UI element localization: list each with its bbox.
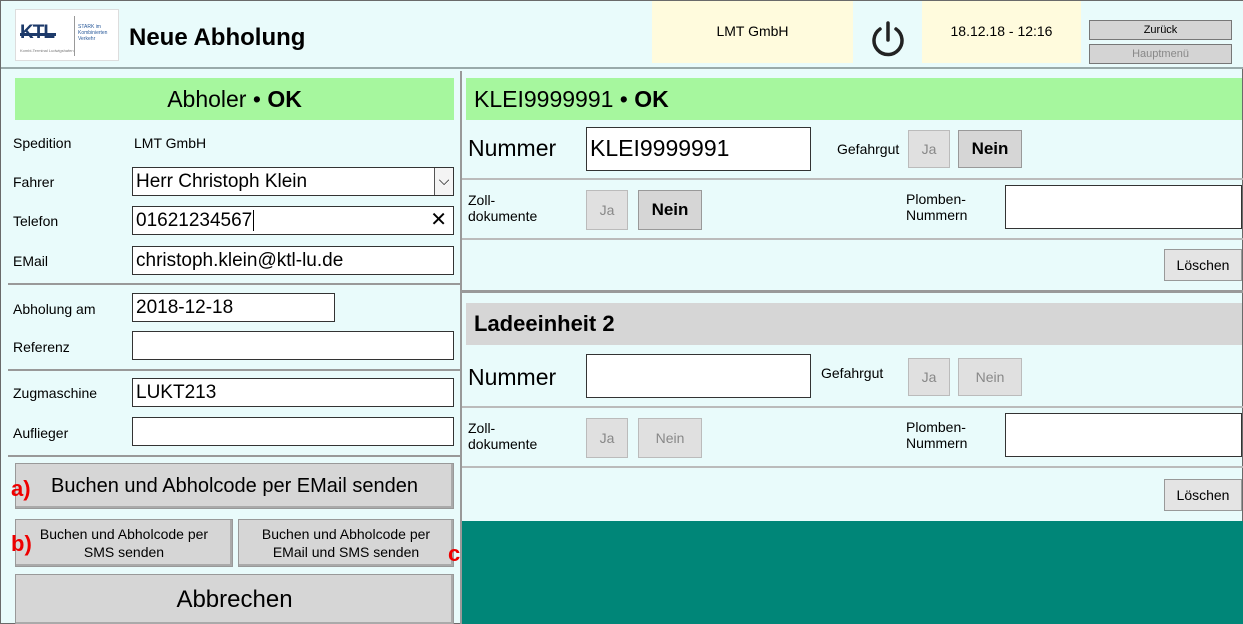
logo-text: KTL [20, 22, 56, 43]
fahrer-select[interactable]: Herr Christoph Klein ⌵ [132, 167, 454, 196]
plomben-line1: Plomben- [906, 191, 966, 207]
abholer-panel: Abholer • OK Spedition LMT GmbH Fahrer H… [8, 71, 468, 624]
bullet: • [619, 86, 628, 112]
unit1-gefahrgut-ja[interactable]: Ja [908, 130, 950, 168]
unit2-header: Ladeeinheit 2 [466, 303, 1242, 345]
divider [462, 406, 1243, 408]
annotation-b: b) [11, 531, 32, 556]
abholer-status: OK [267, 86, 302, 112]
unit2-zoll-label: Zoll- dokumente [468, 420, 537, 452]
chevron-down-icon[interactable]: ⌵ [434, 168, 453, 195]
abholer-title: Abholer [167, 86, 247, 112]
unit2-zoll-nein[interactable]: Nein [638, 418, 702, 458]
power-icon[interactable] [867, 19, 909, 61]
divider [462, 178, 1243, 180]
plomben-line1: Plomben- [906, 419, 966, 435]
abholung-date-input[interactable]: 2018-12-18 [132, 293, 335, 322]
zugmaschine-input[interactable]: LUKT213 [132, 378, 454, 407]
units-panel: KLEI9999991 • OK Nummer KLEI9999991 Gefa… [460, 71, 1243, 624]
abholung-label: Abholung am [13, 301, 96, 317]
clear-icon[interactable]: ✕ [430, 207, 447, 234]
unit1-title: KLEI9999991 [474, 86, 614, 112]
fahrer-label: Fahrer [13, 174, 55, 190]
divider [462, 466, 1243, 468]
email-input[interactable]: christoph.klein@ktl-lu.de [132, 246, 454, 275]
divider [8, 369, 460, 371]
book-both-line2: EMail und SMS senden [272, 544, 420, 560]
unit1-zoll-ja[interactable]: Ja [586, 190, 628, 230]
company-name: LMT GmbH [716, 23, 789, 39]
spedition-label: Spedition [13, 135, 72, 151]
telefon-input[interactable]: 01621234567 ✕ [132, 206, 454, 235]
unit1-nummer-label: Nummer [468, 135, 557, 161]
unit1-plomben-label: Plomben- Nummern [906, 191, 967, 223]
unit1-zoll-label: Zoll- dokumente [468, 192, 537, 224]
bullet: • [252, 86, 261, 112]
cancel-button[interactable]: Abbrechen [15, 574, 454, 624]
book-sms-line2: SMS senden [83, 544, 165, 560]
unit1-status: OK [634, 86, 669, 112]
unit1-delete-button[interactable]: Löschen [1164, 249, 1242, 281]
unit1-nummer-input[interactable]: KLEI9999991 [586, 127, 811, 171]
unit2-nummer-label: Nummer [468, 364, 557, 390]
datetime-box: 18.12.18 - 12:16 [922, 1, 1081, 63]
zoll-line1: Zoll- [468, 420, 496, 436]
auflieger-input[interactable] [132, 417, 454, 446]
unit2-nummer-input[interactable] [586, 354, 811, 398]
book-sms-line1: Buchen und Abholcode per [39, 526, 209, 542]
telefon-value: 01621234567 [136, 210, 253, 231]
unit1-plomben-input[interactable] [1005, 185, 1242, 229]
book-email-sms-button[interactable]: Buchen und Abholcode per EMail und SMS s… [238, 519, 454, 567]
company-box: LMT GmbH [652, 1, 853, 63]
unit1-header: KLEI9999991 • OK [466, 78, 1242, 120]
divider [462, 290, 1243, 293]
zoll-line2: dokumente [468, 208, 538, 224]
unit1-zoll-nein[interactable]: Nein [638, 190, 702, 230]
telefon-label: Telefon [13, 213, 59, 229]
book-sms-button[interactable]: Buchen und Abholcode per SMS senden [15, 519, 233, 567]
zugmaschine-label: Zugmaschine [13, 385, 98, 401]
app-window: KTL STARK im Kombinierten Verkehr Kombi-… [0, 0, 1243, 624]
header: KTL STARK im Kombinierten Verkehr Kombi-… [1, 1, 1243, 69]
main-menu-button[interactable]: Hauptmenü [1089, 44, 1232, 64]
annotation-a: a) [11, 476, 31, 501]
divider [8, 455, 460, 457]
plomben-line2: Nummern [906, 435, 968, 451]
text-cursor [253, 210, 255, 231]
logo-separator [74, 16, 75, 56]
auflieger-label: Auflieger [13, 425, 69, 441]
referenz-input[interactable] [132, 331, 454, 360]
divider [8, 283, 460, 285]
referenz-label: Referenz [13, 339, 70, 355]
unit2-delete-button[interactable]: Löschen [1164, 479, 1242, 511]
datetime: 18.12.18 - 12:16 [950, 23, 1053, 39]
unit1-gefahrgut-nein[interactable]: Nein [958, 130, 1022, 168]
ktl-logo: KTL STARK im Kombinierten Verkehr Kombi-… [15, 9, 119, 61]
empty-area [462, 521, 1243, 624]
book-email-button[interactable]: Buchen und Abholcode per EMail senden [15, 463, 454, 509]
divider [462, 238, 1243, 240]
fahrer-value: Herr Christoph Klein [136, 171, 308, 192]
book-both-line1: Buchen und Abholcode per [261, 526, 431, 542]
zoll-line1: Zoll- [468, 192, 496, 208]
zoll-line2: dokumente [468, 436, 538, 452]
plomben-line2: Nummern [906, 207, 968, 223]
email-label: EMail [13, 253, 49, 269]
abholer-header: Abholer • OK [15, 78, 454, 120]
logo-tagline: STARK im Kombinierten Verkehr [78, 24, 108, 42]
page-title: Neue Abholung [129, 24, 306, 51]
back-button[interactable]: Zurück [1089, 20, 1232, 40]
unit2-plomben-input[interactable] [1005, 413, 1242, 457]
logo-sub: Kombi-Terminal Ludwigshafen [20, 48, 74, 53]
unit1-gefahrgut-label: Gefahrgut [837, 141, 900, 157]
spedition-value: LMT GmbH [134, 135, 207, 151]
unit2-gefahrgut-ja[interactable]: Ja [908, 358, 950, 396]
unit2-plomben-label: Plomben- Nummern [906, 419, 967, 451]
unit2-gefahrgut-label: Gefahrgut [821, 365, 884, 381]
unit2-gefahrgut-nein[interactable]: Nein [958, 358, 1022, 396]
unit2-zoll-ja[interactable]: Ja [586, 418, 628, 458]
